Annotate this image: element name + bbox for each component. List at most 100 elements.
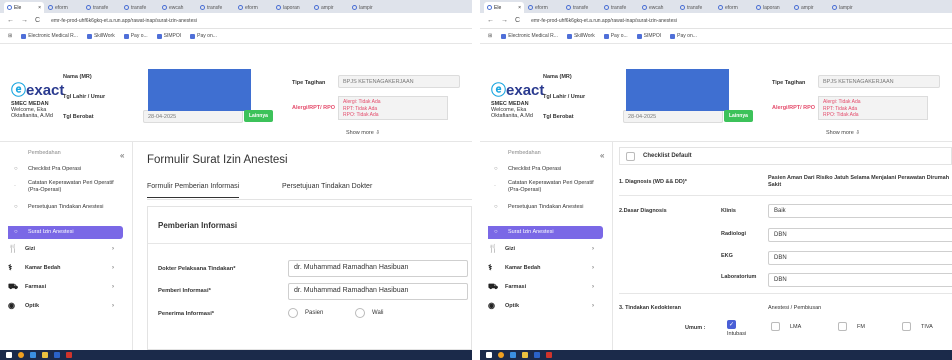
- sidebar-item-checklist-pra-operasi[interactable]: ○ Checklist Pra Operasi: [480, 166, 608, 173]
- sidebar-item-kamar-bedah[interactable]: ⚕ Kamar Bedah ›: [0, 264, 128, 272]
- sidebar-item-persetujuan-anestesi[interactable]: ○ Persetujuan Tindakan Anestesi: [0, 204, 110, 211]
- close-icon[interactable]: ×: [518, 5, 521, 11]
- browser-tab[interactable]: eform: [525, 2, 562, 13]
- checklist-default-row[interactable]: Checklist Default: [619, 147, 952, 165]
- browser-tab[interactable]: Ele ×: [484, 2, 524, 13]
- forward-icon[interactable]: →: [501, 17, 508, 24]
- option-intubasi[interactable]: ✓ Intubasi: [727, 320, 746, 337]
- browser-tab[interactable]: transfe: [83, 2, 120, 13]
- browser-tab[interactable]: ewcah: [159, 2, 196, 13]
- browser-tab[interactable]: transfe: [563, 2, 600, 13]
- sidebar-item-pembedahan[interactable]: Pembedahan: [0, 150, 128, 157]
- laboratorium-field[interactable]: DBN: [768, 273, 952, 287]
- show-more-link[interactable]: Show more ⇩: [346, 130, 380, 136]
- sidebar-item-pembedahan[interactable]: Pembedahan: [480, 150, 608, 157]
- browser-tab[interactable]: eform: [235, 2, 272, 13]
- chrome-icon[interactable]: [18, 352, 24, 358]
- lainnya-button[interactable]: Lainnya: [724, 110, 753, 122]
- option-tiva[interactable]: TIVA: [902, 322, 933, 331]
- browser-tab[interactable]: Ele ×: [4, 2, 44, 13]
- tab-persetujuan-tindakan[interactable]: Persetujuan Tindakan Dokter: [282, 183, 372, 190]
- sidebar-item-catatan-keperawatan[interactable]: · Catatan Keperawatan Peri Operatif (Pra-…: [0, 180, 120, 193]
- sidebar-item-farmasi[interactable]: ⛟ Farmasi ›: [480, 283, 608, 291]
- close-icon[interactable]: ×: [38, 5, 41, 11]
- browser-tab[interactable]: transfe: [197, 2, 234, 13]
- browser-tab[interactable]: ampir: [791, 2, 828, 13]
- radio-wali[interactable]: Wali: [355, 308, 383, 318]
- sidebar-item-surat-izin-anestesi[interactable]: ○ Surat Izin Anestesi: [488, 226, 603, 239]
- pemberi-informasi-field[interactable]: dr. Muhammad Ramadhan Hasibuan: [288, 283, 468, 300]
- bookmark-item[interactable]: Pay o...: [603, 33, 628, 39]
- browser-tab[interactable]: transfe: [601, 2, 638, 13]
- app-icon[interactable]: [30, 352, 36, 358]
- chrome-icon[interactable]: [498, 352, 504, 358]
- browser-tab[interactable]: laporan: [753, 2, 790, 13]
- browser-tab[interactable]: laporan: [273, 2, 310, 13]
- reload-icon[interactable]: C: [35, 17, 40, 24]
- browser-tab[interactable]: eform: [715, 2, 752, 13]
- app-icon[interactable]: [510, 352, 516, 358]
- sidebar-item-persetujuan-anestesi[interactable]: ○ Persetujuan Tindakan Anestesi: [480, 204, 590, 211]
- word-icon[interactable]: [54, 352, 60, 358]
- bookmark-item[interactable]: SIMPOI: [636, 33, 661, 39]
- sidebar-item-gizi[interactable]: 🍴 Gizi ›: [0, 245, 128, 253]
- folder-icon[interactable]: [522, 352, 528, 358]
- start-icon[interactable]: [6, 352, 12, 358]
- checkbox-icon[interactable]: [771, 322, 780, 331]
- browser-tab[interactable]: transfe: [121, 2, 158, 13]
- tgl-berobat-field[interactable]: 28-04-2025: [623, 110, 723, 123]
- option-fm[interactable]: FM: [838, 322, 865, 331]
- tipe-tagihan-field[interactable]: BPJS KETENAGAKERJAAN: [338, 75, 460, 88]
- sidebar-item-kamar-bedah[interactable]: ⚕ Kamar Bedah ›: [480, 264, 608, 272]
- browser-tab[interactable]: ampir: [311, 2, 348, 13]
- checkbox-checked-icon[interactable]: ✓: [727, 320, 736, 329]
- url-field[interactable]: emr-fe-prod-uhf6k6gkq-et.a.run.app/rawat…: [531, 18, 677, 24]
- word-icon[interactable]: [534, 352, 540, 358]
- start-icon[interactable]: [486, 352, 492, 358]
- sidebar-item-farmasi[interactable]: ⛟ Farmasi ›: [0, 283, 128, 291]
- bookmark-item[interactable]: Pay o...: [123, 33, 148, 39]
- radio-pasien[interactable]: Pasien: [288, 308, 323, 318]
- apps-icon[interactable]: ⊞: [8, 33, 12, 39]
- apps-icon[interactable]: ⊞: [488, 33, 492, 39]
- sidebar-item-catatan-keperawatan[interactable]: · Catatan Keperawatan Peri Operatif (Pra-…: [480, 180, 600, 193]
- reload-icon[interactable]: C: [515, 17, 520, 24]
- sidebar-item-surat-izin-anestesi[interactable]: ○ Surat Izin Anestesi: [8, 226, 123, 239]
- radiologi-field[interactable]: DBN: [768, 228, 952, 242]
- bookmark-item[interactable]: SkillWork: [86, 33, 115, 39]
- browser-tab[interactable]: eform: [45, 2, 82, 13]
- dokter-pelaksana-field[interactable]: dr. Muhammad Ramadhan Hasibuan: [288, 260, 468, 277]
- url-field[interactable]: emr-fe-prod-uhf6k6gkq-et.a.run.app/rawat…: [51, 18, 197, 24]
- lainnya-button[interactable]: Lainnya: [244, 110, 273, 122]
- sidebar-item-optik[interactable]: ◉ Optik ›: [480, 302, 608, 310]
- sidebar-item-gizi[interactable]: 🍴 Gizi ›: [480, 245, 608, 253]
- bookmark-item[interactable]: SIMPOI: [156, 33, 181, 39]
- bookmark-item[interactable]: Electronic Medical R...: [21, 33, 78, 39]
- tab-pemberian-informasi[interactable]: Formulir Pemberian Informasi: [147, 183, 240, 198]
- tgl-berobat-field[interactable]: 28-04-2025: [143, 110, 243, 123]
- bookmark-item[interactable]: Electronic Medical R...: [501, 33, 558, 39]
- checkbox-icon[interactable]: [902, 322, 911, 331]
- back-icon[interactable]: ←: [7, 17, 14, 24]
- bookmark-item[interactable]: SkillWork: [566, 33, 595, 39]
- checkbox-icon[interactable]: [626, 151, 635, 161]
- browser-tab[interactable]: transfe: [677, 2, 714, 13]
- bookmark-item[interactable]: Pay on...: [190, 33, 217, 39]
- show-more-link[interactable]: Show more ⇩: [826, 130, 860, 136]
- tipe-tagihan-field[interactable]: BPJS KETENAGAKERJAAN: [818, 75, 940, 88]
- browser-tab[interactable]: ewcah: [639, 2, 676, 13]
- bookmark-item[interactable]: Pay on...: [670, 33, 697, 39]
- klinis-field[interactable]: Baik: [768, 204, 952, 218]
- folder-icon[interactable]: [42, 352, 48, 358]
- browser-tab[interactable]: lampir: [829, 2, 866, 13]
- checkbox-icon[interactable]: [838, 322, 847, 331]
- browser-tab[interactable]: lampir: [349, 2, 386, 13]
- ekg-field[interactable]: DBN: [768, 251, 952, 265]
- sidebar-item-checklist-pra-operasi[interactable]: ○ Checklist Pra Operasi: [0, 166, 128, 173]
- option-lma[interactable]: LMA: [771, 322, 801, 331]
- pdf-icon[interactable]: [66, 352, 72, 358]
- pdf-icon[interactable]: [546, 352, 552, 358]
- forward-icon[interactable]: →: [21, 17, 28, 24]
- sidebar-item-optik[interactable]: ◉ Optik ›: [0, 302, 128, 310]
- back-icon[interactable]: ←: [487, 17, 494, 24]
